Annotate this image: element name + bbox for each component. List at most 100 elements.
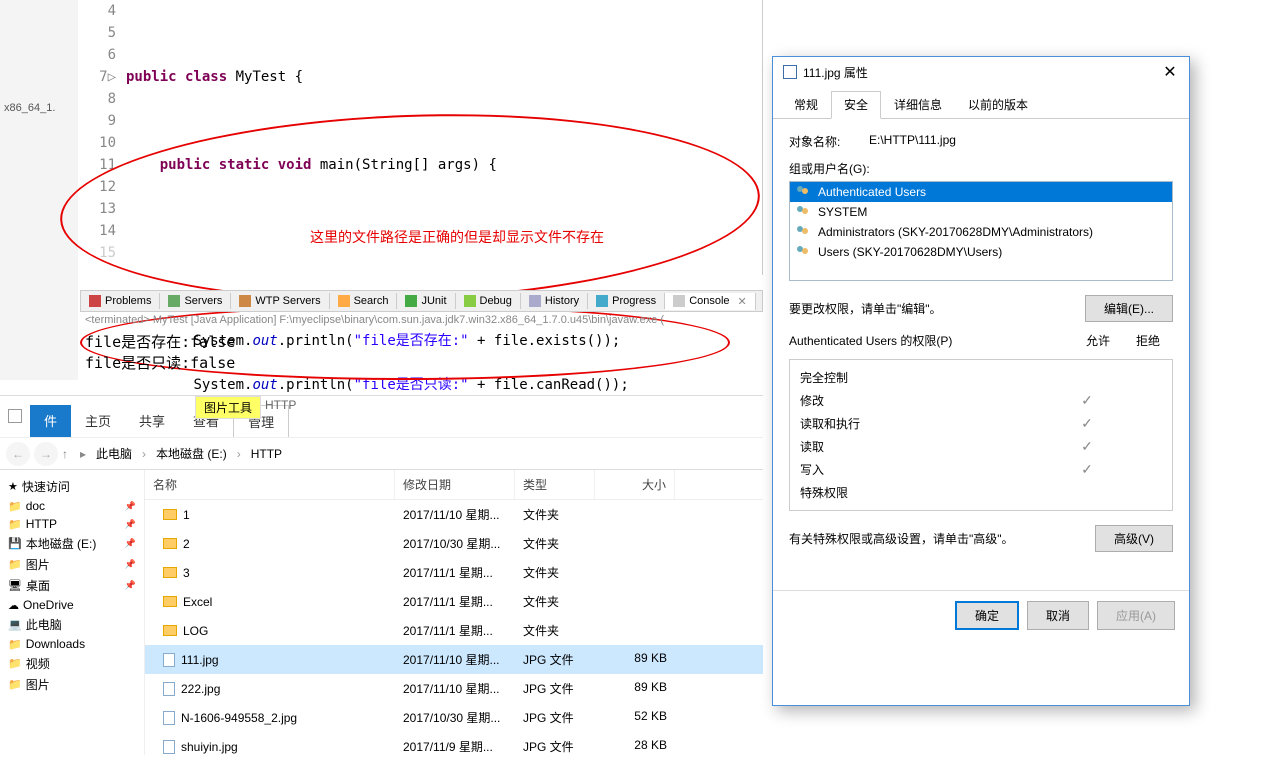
folder-icon: [163, 625, 177, 636]
properties-dialog: 111.jpg 属性 ✕ 常规 安全 详细信息 以前的版本 对象名称: E:\H…: [772, 56, 1190, 706]
folder-icon: [163, 567, 177, 578]
annotation-text: 这里的文件路径是正确的但是却显示文件不存在: [310, 227, 604, 247]
tree-item[interactable]: ☁OneDrive: [4, 596, 140, 614]
context-tab-label: 图片工具: [195, 396, 261, 419]
tree-item[interactable]: 📁图片: [4, 554, 140, 575]
file-row[interactable]: 32017/11/1 星期...文件夹: [145, 558, 763, 587]
col-date[interactable]: 修改日期: [395, 470, 515, 499]
eclipse-left-panel: x86_64_1.: [0, 0, 78, 380]
col-size[interactable]: 大小: [595, 470, 675, 499]
file-menu-icon[interactable]: [0, 395, 30, 437]
adv-hint: 有关特殊权限或高级设置，请单击"高级"。: [789, 530, 1095, 547]
tree-item[interactable]: 🖥桌面: [4, 575, 140, 596]
file-row[interactable]: shuiyin.jpg2017/11/9 星期...JPG 文件28 KB: [145, 732, 763, 761]
tree-item[interactable]: 📁图片: [4, 674, 140, 695]
ribbon-home[interactable]: 主页: [71, 405, 125, 437]
crumb-folder[interactable]: HTTP: [245, 443, 288, 465]
folder-icon: [163, 596, 177, 607]
console-line-2: file是否只读:false: [85, 353, 235, 374]
folder-icon: [163, 509, 177, 520]
tab-search[interactable]: Search: [330, 293, 398, 309]
edit-hint: 要更改权限，请单击"编辑"。: [789, 300, 1085, 317]
file-icon: [163, 711, 175, 725]
dialog-title: 111.jpg 属性: [803, 64, 1155, 81]
tab-progress[interactable]: Progress: [588, 293, 665, 309]
file-row[interactable]: Excel2017/11/1 星期...文件夹: [145, 587, 763, 616]
user-icon: [796, 206, 812, 218]
nav-back[interactable]: ←: [6, 442, 30, 466]
user-item[interactable]: Administrators (SKY-20170628DMY\Administ…: [790, 222, 1172, 242]
perm-row: 读取和执行✓: [800, 412, 1162, 435]
users-listbox[interactable]: Authenticated UsersSYSTEMAdministrators …: [789, 181, 1173, 281]
dtab-previous[interactable]: 以前的版本: [955, 91, 1041, 118]
tab-history[interactable]: History: [521, 293, 588, 309]
user-item[interactable]: Authenticated Users: [790, 182, 1172, 202]
console-line-1: file是否存在:false: [85, 332, 235, 353]
perm-row: 完全控制: [800, 366, 1162, 389]
tree-icon: 📁: [8, 657, 22, 670]
permissions-box: 完全控制修改✓读取和执行✓读取✓写入✓特殊权限: [789, 359, 1173, 511]
col-type[interactable]: 类型: [515, 470, 595, 499]
file-row[interactable]: 22017/10/30 星期...文件夹: [145, 529, 763, 558]
nav-up-icon[interactable]: ↑: [62, 447, 68, 461]
dialog-titlebar[interactable]: 111.jpg 属性 ✕: [773, 57, 1189, 87]
tree-item[interactable]: ★快速访问: [4, 476, 140, 497]
tab-problems[interactable]: Problems: [81, 293, 160, 309]
file-icon: [163, 740, 175, 754]
tree-item[interactable]: 📁HTTP: [4, 515, 140, 533]
cancel-button[interactable]: 取消: [1027, 601, 1089, 630]
dtab-details[interactable]: 详细信息: [881, 91, 955, 118]
tab-console[interactable]: Console✕: [665, 293, 756, 310]
tree-item[interactable]: 💻此电脑: [4, 614, 140, 635]
file-icon: [163, 653, 175, 667]
tree-icon: 📁: [8, 558, 22, 571]
nav-forward[interactable]: →: [34, 442, 58, 466]
tab-debug[interactable]: Debug: [456, 293, 521, 309]
tab-junit[interactable]: JUnit: [397, 293, 455, 309]
ok-button[interactable]: 确定: [955, 601, 1019, 630]
user-icon: [796, 226, 812, 238]
tab-servers[interactable]: Servers: [160, 293, 231, 309]
tree-icon: 🖥: [8, 579, 22, 592]
line-gutter: 4567▷89101112131415: [78, 0, 122, 264]
perm-title: Authenticated Users 的权限(P): [789, 332, 1073, 349]
tree-icon: ★: [8, 480, 18, 493]
allow-header: 允许: [1073, 332, 1123, 349]
dtab-security[interactable]: 安全: [831, 91, 881, 119]
left-strip-text: x86_64_1.: [0, 100, 78, 116]
user-icon: [796, 186, 812, 198]
advanced-button[interactable]: 高级(V): [1095, 525, 1173, 552]
dtab-general[interactable]: 常规: [781, 91, 831, 118]
tree-icon: 📁: [8, 500, 22, 513]
bottom-tabs: Problems Servers WTP Servers Search JUni…: [80, 290, 763, 312]
ribbon-file[interactable]: 件: [30, 405, 71, 437]
user-item[interactable]: Users (SKY-20170628DMY\Users): [790, 242, 1172, 262]
file-row[interactable]: 12017/11/10 星期...文件夹: [145, 500, 763, 529]
file-row[interactable]: 111.jpg2017/11/10 星期...JPG 文件89 KB: [145, 645, 763, 674]
object-name-value: E:\HTTP\111.jpg: [869, 133, 956, 150]
folder-icon: [163, 538, 177, 549]
close-icon[interactable]: ✕: [1155, 61, 1185, 83]
tree-icon: 💻: [8, 618, 22, 631]
col-name[interactable]: 名称: [145, 470, 395, 499]
perm-row: 修改✓: [800, 389, 1162, 412]
tree-item[interactable]: 📁视频: [4, 653, 140, 674]
user-item[interactable]: SYSTEM: [790, 202, 1172, 222]
file-row[interactable]: N-1606-949558_2.jpg2017/10/30 星期...JPG 文…: [145, 703, 763, 732]
tree-item[interactable]: 📁doc: [4, 497, 140, 515]
ribbon-share[interactable]: 共享: [125, 405, 179, 437]
console-output: file是否存在:false file是否只读:false: [85, 332, 235, 374]
dialog-icon: [783, 65, 797, 79]
edit-button[interactable]: 编辑(E)...: [1085, 295, 1173, 322]
tab-wtp-servers[interactable]: WTP Servers: [231, 293, 329, 309]
tree-item[interactable]: 📁Downloads: [4, 635, 140, 653]
file-row[interactable]: 222.jpg2017/11/10 星期...JPG 文件89 KB: [145, 674, 763, 703]
tree-item[interactable]: 💾本地磁盘 (E:): [4, 533, 140, 554]
crumb-pc[interactable]: 此电脑: [90, 441, 138, 466]
perm-row: 读取✓: [800, 435, 1162, 458]
crumb-disk[interactable]: 本地磁盘 (E:): [150, 441, 233, 466]
console-header: <terminated> MyTest [Java Application] F…: [85, 314, 664, 326]
ribbon-tabs: 件 主页 共享 查看 管理: [0, 396, 763, 438]
file-row[interactable]: LOG2017/11/1 星期...文件夹: [145, 616, 763, 645]
apply-button[interactable]: 应用(A): [1097, 601, 1175, 630]
